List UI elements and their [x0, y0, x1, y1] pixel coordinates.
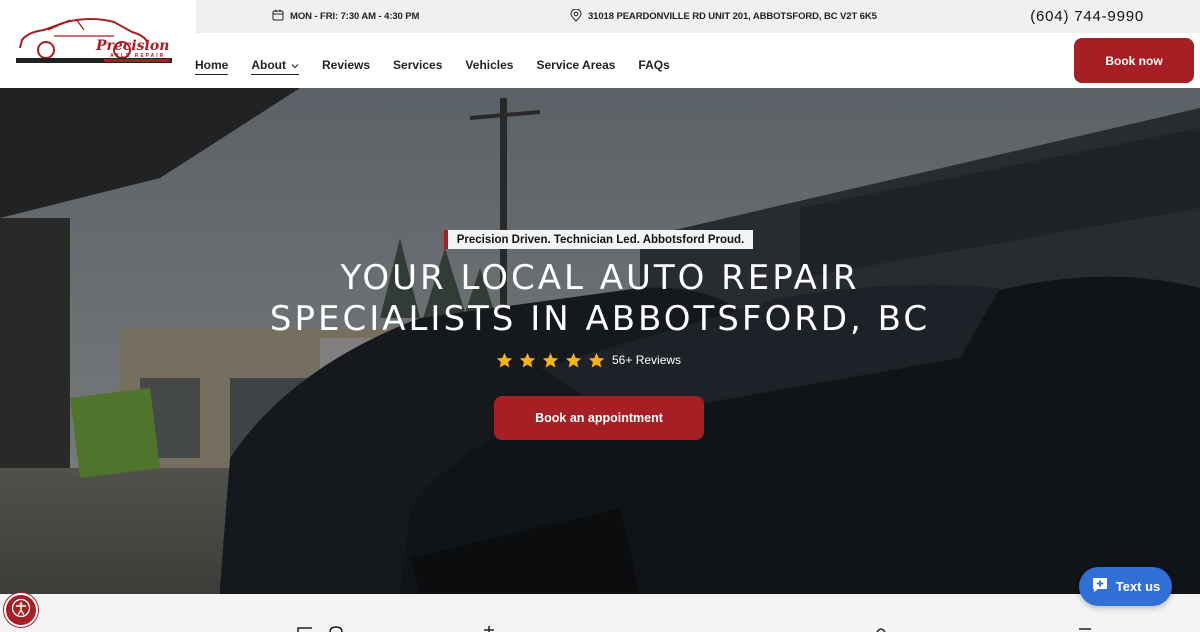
star-icon [588, 352, 605, 369]
hero-overlay [0, 88, 1200, 594]
next-section-peek [0, 594, 1200, 632]
location-pin-icon [570, 8, 582, 25]
logo[interactable]: Precision AXLE REPAIR [14, 14, 176, 70]
hero-tagline: Precision Driven. Technician Led. Abbots… [444, 230, 753, 249]
reviews-count[interactable]: 56+ Reviews [612, 353, 681, 367]
feature-icon [1079, 628, 1091, 630]
book-now-button[interactable]: Book now [1074, 38, 1194, 83]
address-text: 31018 PEARDONVILLE RD UNIT 201, ABBOTSFO… [588, 11, 877, 22]
nav-about-label: About [251, 57, 286, 72]
accessibility-icon [11, 598, 31, 623]
star-icon [496, 352, 513, 369]
address-info[interactable]: 31018 PEARDONVILLE RD UNIT 201, ABBOTSFO… [570, 0, 877, 33]
headline-line-1: YOUR LOCAL AUTO REPAIR [340, 258, 860, 298]
hero-headline: YOUR LOCAL AUTO REPAIR SPECIALISTS IN AB… [0, 258, 1200, 340]
calendar-icon [272, 9, 284, 24]
nav-faqs[interactable]: FAQs [638, 58, 669, 74]
rating-summary: 56+ Reviews [496, 350, 681, 370]
nav-reviews[interactable]: Reviews [322, 58, 370, 74]
nav-services[interactable]: Services [393, 58, 442, 74]
star-icon [565, 352, 582, 369]
logo-subtitle: AXLE REPAIR [110, 53, 166, 59]
main-nav: Home About Reviews Services Vehicles Ser… [195, 52, 693, 80]
feature-icon [484, 626, 494, 632]
book-appointment-button[interactable]: Book an appointment [494, 396, 704, 440]
hours-info: MON - FRI: 7:30 AM - 4:30 PM [272, 0, 419, 33]
feature-icon [876, 628, 886, 632]
chevron-down-icon [291, 58, 299, 72]
logo-wordmark: Precision [96, 38, 170, 54]
headline-line-2: SPECIALISTS IN ABBOTSFORD, BC [269, 299, 931, 339]
site-header: Precision AXLE REPAIR MON - FRI: 7:30 AM… [0, 0, 1200, 88]
text-us-button[interactable]: Text us [1079, 567, 1172, 606]
star-icon [542, 352, 559, 369]
hours-text: MON - FRI: 7:30 AM - 4:30 PM [290, 11, 420, 22]
nav-vehicles[interactable]: Vehicles [465, 58, 513, 74]
feature-icon [297, 626, 343, 632]
star-icon [519, 352, 536, 369]
accessibility-button[interactable] [4, 593, 38, 627]
hero-section: Precision Driven. Technician Led. Abbots… [0, 88, 1200, 594]
nav-about[interactable]: About [251, 58, 299, 75]
nav-service-areas[interactable]: Service Areas [536, 58, 615, 74]
nav-home[interactable]: Home [195, 58, 229, 75]
text-us-label: Text us [1115, 579, 1161, 594]
top-info-bar: MON - FRI: 7:30 AM - 4:30 PM 31018 PEARD… [196, 0, 1200, 33]
phone-link[interactable]: (604) 744-9990 [1030, 0, 1144, 33]
chat-plus-icon [1091, 576, 1109, 597]
